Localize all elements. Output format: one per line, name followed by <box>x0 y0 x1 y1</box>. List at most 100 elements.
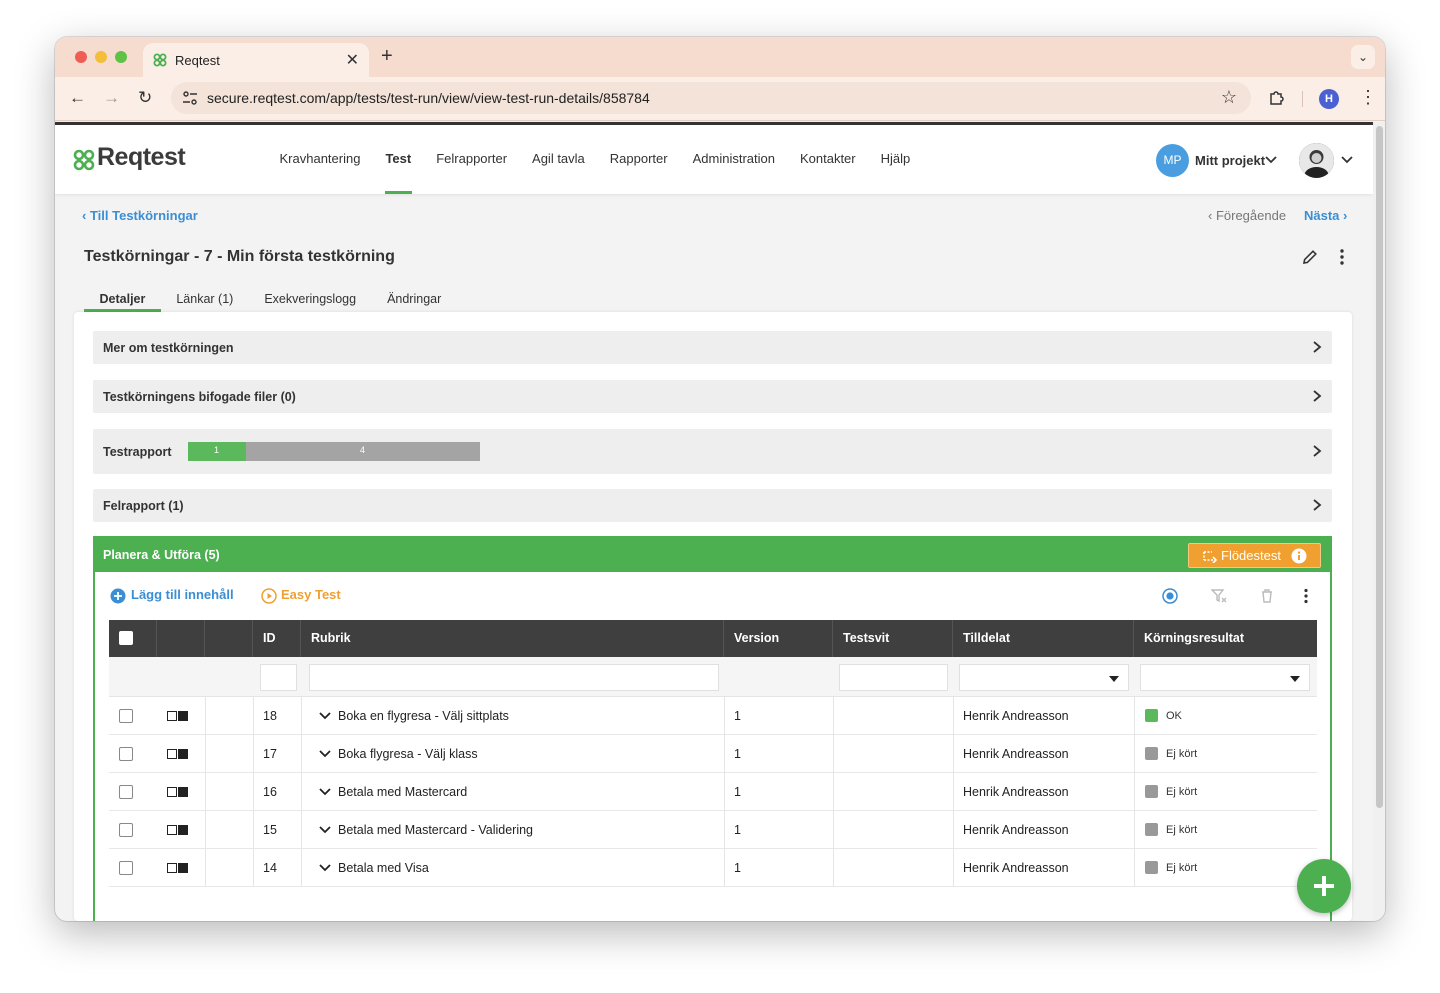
forward-arrow-icon[interactable]: → <box>103 88 120 108</box>
extensions-puzzle-icon[interactable] <box>1267 88 1287 108</box>
table-row[interactable]: 14 Betala med Visa 1 Henrik Andreasson E… <box>109 849 1317 887</box>
back-to-testruns-link[interactable]: ‹ Till Testkörningar <box>82 208 198 223</box>
subtab-0[interactable]: Detaljer <box>84 286 161 312</box>
column-settings-icon[interactable] <box>1162 588 1178 604</box>
info-icon[interactable] <box>1291 548 1307 564</box>
col-header-version[interactable]: Version <box>724 620 833 657</box>
add-content-button[interactable]: Lägg till innehåll <box>131 587 234 602</box>
browser-menu-icon[interactable]: ⋮ <box>1359 87 1377 108</box>
table-row[interactable]: 16 Betala med Mastercard 1 Henrik Andrea… <box>109 773 1317 811</box>
row-title[interactable]: Betala med Mastercard - Validering <box>338 811 533 849</box>
maximize-window-button[interactable] <box>115 51 127 63</box>
title-filter-input[interactable] <box>309 664 719 691</box>
id-filter-input[interactable] <box>260 664 297 691</box>
vertical-dots-icon[interactable] <box>1335 248 1349 266</box>
nav-item-4[interactable]: Rapporter <box>597 125 680 194</box>
site-settings-icon[interactable] <box>181 89 199 107</box>
row-result[interactable]: Ej kört <box>1166 773 1197 811</box>
select-all-checkbox[interactable] <box>119 631 133 645</box>
chevron-down-icon[interactable] <box>1340 153 1354 167</box>
expand-chevron-icon[interactable] <box>319 862 331 874</box>
chevron-right-icon[interactable] <box>1310 389 1324 403</box>
col-header-title[interactable]: Rubrik <box>301 620 724 657</box>
nav-item-3[interactable]: Agil tavla <box>520 125 598 194</box>
close-tab-icon[interactable]: ✕ <box>346 50 359 70</box>
col-header-assignee[interactable]: Tilldelat <box>953 620 1134 657</box>
address-bar[interactable]: secure.reqtest.com/app/tests/test-run/vi… <box>171 82 1251 114</box>
bookmark-star-icon[interactable]: ☆ <box>1221 87 1237 108</box>
nav-item-5[interactable]: Administration <box>680 125 787 194</box>
chevron-right-icon[interactable] <box>1310 444 1324 458</box>
reload-icon[interactable]: ↻ <box>138 88 152 108</box>
section-attached-files[interactable]: Testkörningens bifogade filer (0) <box>93 380 1332 413</box>
expand-chevron-icon[interactable] <box>319 748 331 760</box>
next-link[interactable]: Nästa › <box>1304 208 1347 223</box>
chevron-right-icon[interactable] <box>1310 340 1324 354</box>
add-circle-icon[interactable] <box>110 588 126 604</box>
row-title[interactable]: Boka flygresa - Välj klass <box>338 735 478 773</box>
col-header-result[interactable]: Körningsresultat <box>1134 620 1317 657</box>
table-row[interactable]: 17 Boka flygresa - Välj klass 1 Henrik A… <box>109 735 1317 773</box>
browser-profile-avatar[interactable]: H <box>1319 89 1339 109</box>
tab-search-chevron-icon[interactable]: ⌄ <box>1351 45 1375 69</box>
section-more-about-testrun[interactable]: Mer om testkörningen <box>93 331 1332 364</box>
project-avatar[interactable]: MP <box>1156 144 1189 177</box>
flow-test-button[interactable]: Flödestest <box>1188 543 1321 568</box>
suite-filter-input[interactable] <box>839 664 948 691</box>
nav-item-2[interactable]: Felrapporter <box>424 125 520 194</box>
row-checkbox[interactable] <box>119 709 133 723</box>
expand-chevron-icon[interactable] <box>319 710 331 722</box>
row-assignee: Henrik Andreasson <box>963 709 1069 723</box>
pencil-icon[interactable] <box>1301 248 1319 266</box>
app-logo-text[interactable]: Reqtest <box>97 143 186 172</box>
row-result[interactable]: OK <box>1166 697 1182 735</box>
result-filter-select[interactable] <box>1140 664 1310 691</box>
nav-item-7[interactable]: Hjälp <box>868 125 923 194</box>
vertical-dots-icon[interactable] <box>1298 588 1314 604</box>
nav-item-0[interactable]: Kravhantering <box>267 125 373 194</box>
project-selector[interactable]: Mitt projekt <box>1195 153 1265 168</box>
chevron-right-icon[interactable] <box>1310 498 1324 512</box>
row-result[interactable]: Ej kört <box>1166 811 1197 849</box>
subtab-2[interactable]: Exekveringslogg <box>249 286 372 312</box>
user-avatar[interactable] <box>1299 143 1334 178</box>
row-checkbox[interactable] <box>119 747 133 761</box>
close-window-button[interactable] <box>75 51 87 63</box>
back-arrow-icon[interactable]: ← <box>69 88 86 108</box>
page-scrollbar[interactable] <box>1373 122 1385 921</box>
column-divider <box>833 773 834 811</box>
row-result[interactable]: Ej kört <box>1166 849 1197 887</box>
reqtest-logo-icon[interactable] <box>73 149 95 171</box>
table-row[interactable]: 18 Boka en flygresa - Välj sittplats 1 H… <box>109 697 1317 735</box>
col-header-suite[interactable]: Testsvit <box>833 620 953 657</box>
trash-icon[interactable] <box>1259 588 1275 604</box>
section-test-report[interactable]: Testrapport 1 4 <box>93 429 1332 474</box>
scrollbar-thumb[interactable] <box>1376 126 1383 808</box>
nav-item-6[interactable]: Kontakter <box>787 125 868 194</box>
chevron-down-icon[interactable] <box>1264 153 1278 167</box>
nav-item-1[interactable]: Test <box>373 125 424 194</box>
add-floating-button[interactable] <box>1297 859 1351 913</box>
new-tab-icon[interactable]: + <box>381 45 393 68</box>
play-circle-icon[interactable] <box>261 588 277 604</box>
expand-chevron-icon[interactable] <box>319 786 331 798</box>
row-checkbox[interactable] <box>119 785 133 799</box>
assignee-filter-select[interactable] <box>959 664 1129 691</box>
expand-chevron-icon[interactable] <box>319 824 331 836</box>
row-title[interactable]: Betala med Mastercard <box>338 773 467 811</box>
section-bug-reports[interactable]: Felrapport (1) <box>93 489 1332 522</box>
row-checkbox[interactable] <box>119 823 133 837</box>
minimize-window-button[interactable] <box>95 51 107 63</box>
row-title[interactable]: Betala med Visa <box>338 849 429 887</box>
row-result[interactable]: Ej kört <box>1166 735 1197 773</box>
row-title[interactable]: Boka en flygresa - Välj sittplats <box>338 697 509 735</box>
previous-link[interactable]: ‹ Föregående <box>1208 208 1286 223</box>
subtab-3[interactable]: Ändringar <box>372 286 457 312</box>
browser-tab[interactable]: Reqtest ✕ <box>143 43 369 77</box>
subtab-1[interactable]: Länkar (1) <box>161 286 249 312</box>
clear-filter-icon[interactable] <box>1211 588 1227 604</box>
col-header-id[interactable]: ID <box>253 620 301 657</box>
row-checkbox[interactable] <box>119 861 133 875</box>
table-row[interactable]: 15 Betala med Mastercard - Validering 1 … <box>109 811 1317 849</box>
easy-test-button[interactable]: Easy Test <box>281 587 341 602</box>
